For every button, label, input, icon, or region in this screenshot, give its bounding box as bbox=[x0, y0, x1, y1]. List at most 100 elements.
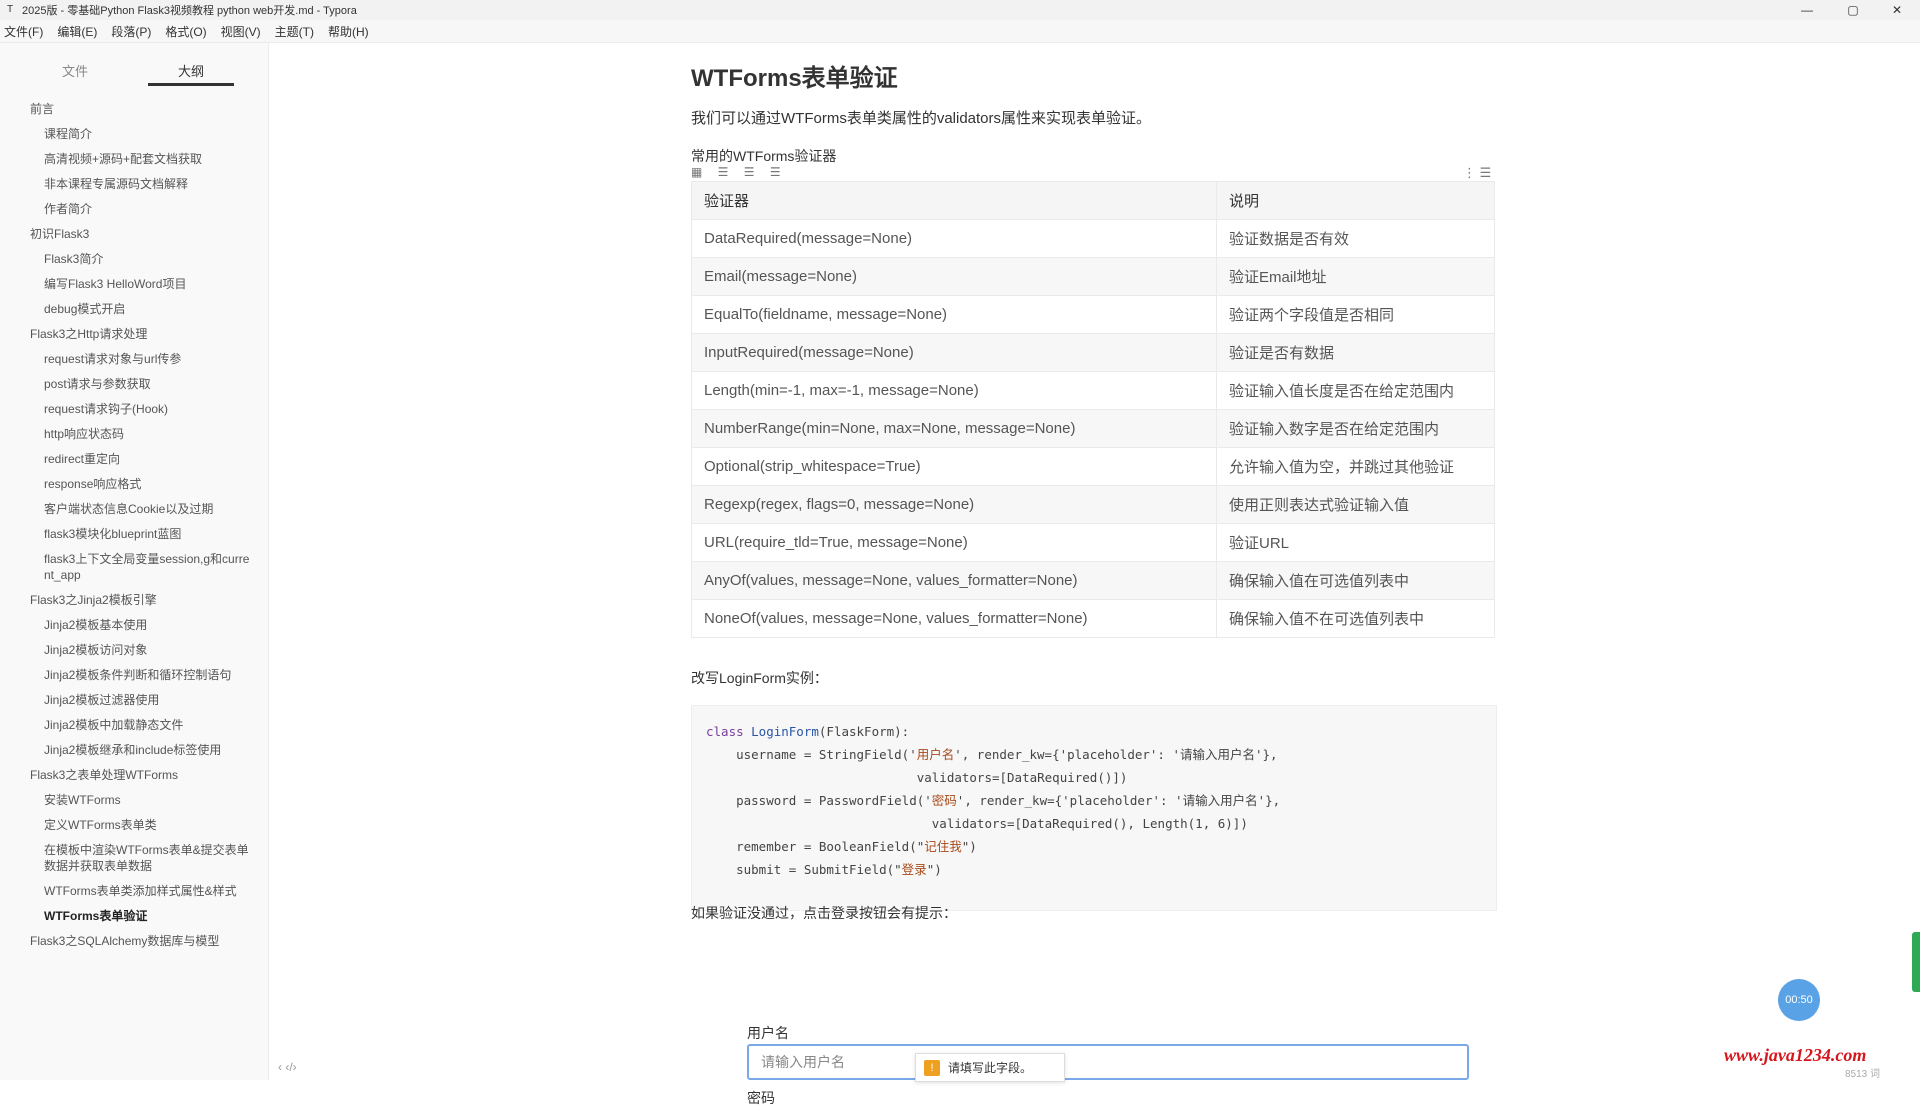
outline-subitem[interactable]: Flask3简介 bbox=[0, 251, 250, 267]
outline-heading[interactable]: Flask3之SQLAlchemy数据库与模型 bbox=[0, 933, 250, 949]
validator-cell: Email(message=None) bbox=[691, 257, 1217, 296]
outline-subitem[interactable]: request请求对象与url传参 bbox=[0, 351, 250, 367]
recording-timer[interactable]: 00:50 bbox=[1778, 979, 1820, 1021]
outline-heading[interactable]: Flask3之Http请求处理 bbox=[0, 326, 250, 342]
outline-subitem[interactable]: 编写Flask3 HelloWord项目 bbox=[0, 276, 250, 292]
validator-cell: Optional(strip_whitespace=True) bbox=[691, 447, 1217, 486]
code-text: username = StringField(' bbox=[706, 747, 917, 762]
outline-subitem[interactable]: Jinja2模板过滤器使用 bbox=[0, 692, 250, 708]
validator-cell: DataRequired(message=None) bbox=[691, 219, 1217, 258]
code-line: username = StringField('用户名', render_kw=… bbox=[706, 743, 1482, 766]
outline-subitem[interactable]: 课程简介 bbox=[0, 126, 250, 142]
outline-subitem[interactable]: 在模板中渲染WTForms表单&提交表单数据并获取表单数据 bbox=[0, 842, 250, 874]
outline-subitem[interactable]: flask3模块化blueprint蓝图 bbox=[0, 526, 250, 542]
table-row: URL(require_tld=True, message=None) 验证URL bbox=[691, 523, 1495, 562]
code-string: 记住我 bbox=[924, 839, 962, 854]
menu-item[interactable]: 文件(F) bbox=[0, 23, 53, 40]
outline-subitem[interactable]: Jinja2模板访问对象 bbox=[0, 642, 250, 658]
code-text: submit = SubmitField(" bbox=[706, 862, 902, 877]
code-line: validators=[DataRequired()]) bbox=[706, 766, 1482, 789]
outline-subitem[interactable]: response响应格式 bbox=[0, 476, 250, 492]
outline-subitem[interactable]: Jinja2模板基本使用 bbox=[0, 617, 250, 633]
validator-cell: EqualTo(fieldname, message=None) bbox=[691, 295, 1217, 334]
code-text: ', render_kw={'placeholder': '请输入用户名'}, bbox=[954, 747, 1278, 762]
outline-list: 前言课程简介高清视频+源码+配套文档获取 非本课程专属源码文档解释 作者简介初识Fl… bbox=[0, 101, 268, 958]
description-cell: 使用正则表达式验证输入值 bbox=[1216, 485, 1495, 524]
outline-subitem[interactable]: Jinja2模板中加载静态文件 bbox=[0, 717, 250, 733]
outline-subitem[interactable]: WTForms表单类添加样式属性&样式 bbox=[0, 883, 250, 899]
table-row: InputRequired(message=None) 验证是否有数据 bbox=[691, 333, 1495, 372]
table-row: DataRequired(message=None) 验证数据是否有效 bbox=[691, 219, 1495, 258]
after-code-paragraph: 如果验证没通过，点击登录按钮会有提示： bbox=[691, 905, 957, 921]
outline-subitem[interactable]: post请求与参数获取 bbox=[0, 376, 250, 392]
table-row: AnyOf(values, message=None, values_forma… bbox=[691, 561, 1495, 600]
code-keyword: class bbox=[706, 724, 752, 739]
description-cell: 确保输入值不在可选值列表中 bbox=[1216, 599, 1495, 638]
code-line: remember = BooleanField("记住我") bbox=[706, 835, 1482, 858]
description-cell: 验证URL bbox=[1216, 523, 1495, 562]
validation-tooltip: ! 请填写此字段。 bbox=[915, 1053, 1065, 1082]
outline-subitem[interactable]: WTForms表单验证 bbox=[0, 908, 250, 924]
code-block[interactable]: class LoginForm(FlaskForm): username = S… bbox=[691, 705, 1497, 911]
outline-subitem[interactable]: Jinja2模板条件判断和循环控制语句 bbox=[0, 667, 250, 683]
side-handle[interactable] bbox=[1912, 932, 1920, 992]
code-text: ") bbox=[961, 839, 977, 854]
code-text: ', render_kw={'placeholder': '请输入用户名'}, bbox=[956, 793, 1281, 808]
code-string: 密码 bbox=[931, 793, 957, 808]
description-cell: 验证是否有数据 bbox=[1216, 333, 1495, 372]
outline-heading[interactable]: 初识Flask3 bbox=[0, 226, 250, 242]
tab-outline[interactable]: 大纲 bbox=[178, 61, 204, 80]
outline-subitem[interactable]: flask3上下文全局变量session,g和current_app bbox=[0, 551, 250, 583]
menu-bar: 文件(F) 编辑(E) 段落(P) 格式(O) 视图(V) 主题(T) 帮助(H) bbox=[0, 20, 1920, 43]
close-button[interactable]: ✕ bbox=[1874, 0, 1920, 20]
code-text: remember = BooleanField(" bbox=[706, 839, 925, 854]
outline-subitem[interactable]: Jinja2模板继承和include标签使用 bbox=[0, 742, 250, 758]
table-row: Optional(strip_whitespace=True) 允许输入值为空，并… bbox=[691, 447, 1495, 486]
intro-paragraph: 我们可以通过WTForms表单类属性的validators属性来实现表单验证。 bbox=[691, 110, 1152, 127]
description-cell: 验证输入数字是否在给定范围内 bbox=[1216, 409, 1495, 448]
table-header-validator: 验证器 bbox=[691, 181, 1217, 220]
description-cell: 验证数据是否有效 bbox=[1216, 219, 1495, 258]
outline-subitem[interactable]: debug模式开启 bbox=[0, 301, 250, 317]
window-title: 2025版 - 零基础Python Flask3视频教程 python web开… bbox=[22, 5, 357, 17]
outline-subitem[interactable]: 作者简介 bbox=[0, 201, 250, 217]
code-text: (FlaskForm): bbox=[818, 724, 910, 739]
outline-subitem[interactable]: request请求钩子(Hook) bbox=[0, 401, 250, 417]
code-text: validators=[DataRequired(), Length(1, 6)… bbox=[706, 816, 1248, 831]
outline-subitem[interactable]: redirect重定向 bbox=[0, 451, 250, 467]
maximize-button[interactable]: ▢ bbox=[1830, 0, 1876, 20]
table-menu-icon[interactable]: ⋮ ☰ bbox=[1463, 165, 1491, 181]
username-label: 用户名 bbox=[747, 1025, 789, 1041]
minimize-button[interactable]: — bbox=[1784, 0, 1830, 20]
outline-subitem[interactable]: 高清视频+源码+配套文档获取 bbox=[0, 151, 250, 167]
editor-area[interactable]: WTForms表单验证 我们可以通过WTForms表单类属性的validator… bbox=[269, 43, 1920, 1106]
username-input[interactable]: 请输入用户名 bbox=[747, 1044, 1469, 1080]
validator-cell: InputRequired(message=None) bbox=[691, 333, 1217, 372]
validator-cell: Length(min=-1, max=-1, message=None) bbox=[691, 371, 1217, 410]
table-header-description: 说明 bbox=[1216, 181, 1495, 220]
menu-item[interactable]: 段落(P) bbox=[107, 23, 161, 40]
menu-item[interactable]: 编辑(E) bbox=[53, 23, 107, 40]
outline-subitem[interactable]: 客户端状态信息Cookie以及过期 bbox=[0, 501, 250, 517]
menu-item[interactable]: 帮助(H) bbox=[324, 23, 379, 40]
table-row: NumberRange(min=None, max=None, message=… bbox=[691, 409, 1495, 448]
table-row: NoneOf(values, message=None, values_form… bbox=[691, 599, 1495, 638]
menu-item[interactable]: 主题(T) bbox=[271, 23, 324, 40]
outline-subitem[interactable]: 非本课程专属源码文档解释 bbox=[0, 176, 250, 192]
menu-item[interactable]: 格式(O) bbox=[161, 23, 216, 40]
tab-files[interactable]: 文件 bbox=[62, 61, 88, 80]
outline-subitem[interactable]: 安装WTForms bbox=[0, 792, 250, 808]
table-toolbar[interactable]: ▦ ☰ ☰ ☰ bbox=[691, 165, 787, 179]
menu-item[interactable]: 视图(V) bbox=[217, 23, 271, 40]
outline-heading[interactable]: Flask3之Jinja2模板引擎 bbox=[0, 592, 250, 608]
outline-heading[interactable]: 前言 bbox=[0, 101, 250, 117]
warning-icon: ! bbox=[924, 1059, 940, 1076]
outline-subitem[interactable]: http响应状态码 bbox=[0, 426, 250, 442]
outline-heading[interactable]: Flask3之表单处理WTForms bbox=[0, 767, 250, 783]
description-cell: 允许输入值为空，并跳过其他验证 bbox=[1216, 447, 1495, 486]
validator-cell: NumberRange(min=None, max=None, message=… bbox=[691, 409, 1217, 448]
description-cell: 验证Email地址 bbox=[1216, 257, 1495, 296]
title-bar: T 2025版 - 零基础Python Flask3视频教程 python we… bbox=[0, 0, 1920, 20]
word-count[interactable]: 8513 词 bbox=[1845, 1065, 1880, 1080]
outline-subitem[interactable]: 定义WTForms表单类 bbox=[0, 817, 250, 833]
